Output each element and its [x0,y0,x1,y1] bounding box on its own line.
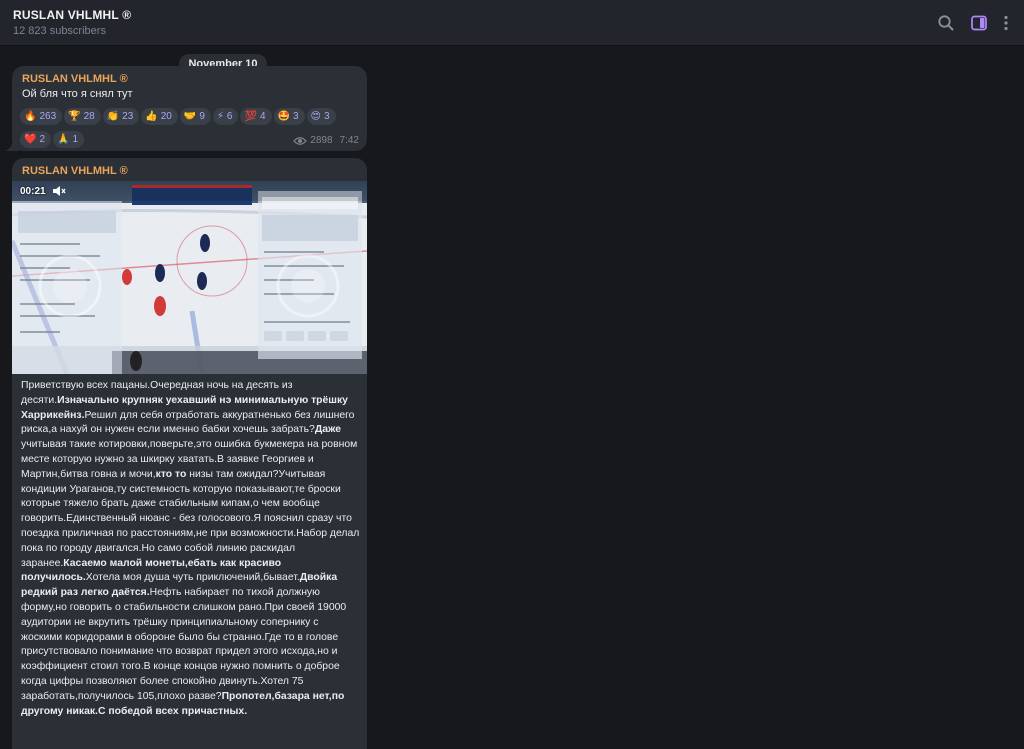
text-segment: Нефть набирает по тихой должную форму,но… [21,587,350,702]
reaction-count: 263 [39,111,57,122]
message-text: Ой бля что я снял тут [22,88,133,100]
message-text: Приветствую всех пацаны.Очередная ночь н… [21,379,361,719]
reaction-chip[interactable]: ❤️ 2 [20,131,52,148]
reaction-emoji: ⚡ [216,111,224,122]
reaction-chip[interactable]: 👏 23 [102,108,140,125]
volume-muted-icon[interactable] [52,185,66,197]
message-time: 7:42 [339,135,359,146]
reaction-count: 28 [83,111,95,122]
chat-header: RUSLAN VHLMHL ® 12 823 subscribers [0,0,1024,46]
reaction-emoji: ❤️ [24,134,37,145]
message-list[interactable]: November 10 RUSLAN VHLMHL ® Ой бля что я… [0,46,1024,749]
text-segment: Учитывая кондиции Ураганов,ту системност… [21,468,363,569]
reaction-emoji: 🙏 [57,134,70,145]
bold-text-segment: кто то [155,468,187,480]
reaction-count: 9 [199,111,205,122]
reaction-emoji: 💯 [244,111,257,122]
reaction-emoji: 🏆 [68,111,81,122]
text-segment: низы там ожидал? [186,468,279,480]
reaction-chip[interactable]: 🤩 3 [273,108,305,125]
hockey-video-frame [12,181,367,374]
message-author[interactable]: RUSLAN VHLMHL ® [22,165,128,177]
reaction-count: 3 [323,111,330,122]
bubble-tail [5,138,19,151]
message-author[interactable]: RUSLAN VHLMHL ® [22,73,128,85]
reaction-chip[interactable]: 🤝 9 [179,108,211,125]
video-elapsed-time: 00:21 [20,186,46,197]
message-bubble[interactable]: RUSLAN VHLMHL ® Ой бля что я снял тут 🔥 2… [12,66,367,151]
reaction-emoji: 🔥 [24,111,37,122]
video-player[interactable]: 00:21 [12,181,367,374]
reaction-chip[interactable]: 🔥 263 [20,108,63,125]
search-icon[interactable] [936,13,956,33]
reaction-emoji: 🤩 [277,111,290,122]
view-count: 2898 [310,135,333,146]
reaction-chip[interactable]: 💯 4 [240,108,272,125]
views-eye-icon [293,136,308,145]
channel-title[interactable]: RUSLAN VHLMHL ® [13,8,131,22]
bold-text-segment: Даже [314,424,342,436]
reaction-count: 23 [122,111,134,122]
reaction-count: 20 [160,111,172,122]
reaction-count: 2 [39,134,46,145]
reaction-count: 6 [226,111,233,122]
reaction-count: 1 [72,134,79,145]
reaction-emoji: 👍 [145,111,158,122]
reaction-chip[interactable]: 😍 3 [306,108,336,125]
reaction-count: 4 [259,111,266,122]
reaction-emoji: 👏 [106,111,120,122]
more-icon[interactable] [996,13,1016,33]
reaction-emoji: 🤝 [183,111,197,122]
reaction-chip[interactable]: 🏆 28 [64,108,101,125]
reaction-chip[interactable]: 🙏 1 [53,131,85,148]
subscriber-count: 12 823 subscribers [13,25,106,37]
reaction-emoji: 😍 [310,111,321,122]
reaction-chip[interactable]: 👍 20 [141,108,178,125]
reaction-chip[interactable]: ⚡ 6 [212,108,239,125]
reaction-count: 3 [292,111,299,122]
side-panel-icon[interactable] [969,13,989,33]
bold-text-segment: С победой всех причастных. [97,705,248,717]
message-meta: 2898 7:42 [293,135,359,146]
text-segment: Хотела моя душа чуть приключений,бывает. [85,572,300,584]
message-bubble[interactable]: RUSLAN VHLMHL ® 00:21 Приветствую всех п… [12,158,367,749]
